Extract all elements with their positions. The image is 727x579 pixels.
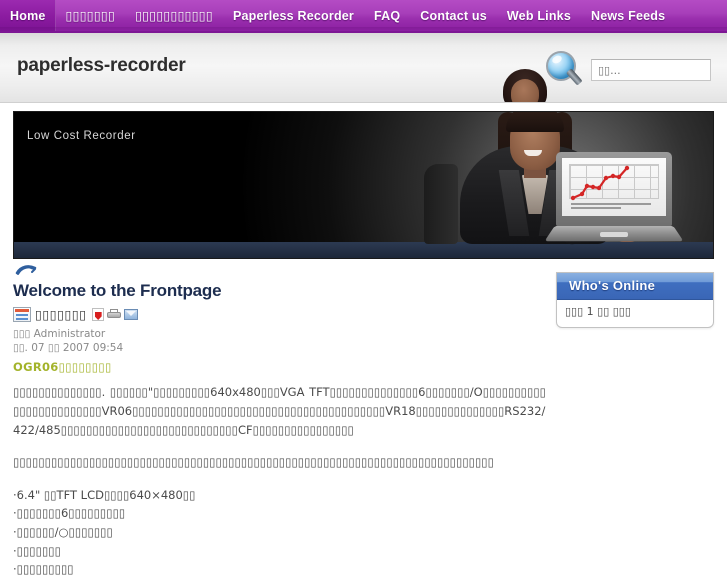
pdf-icon[interactable] [91, 308, 104, 321]
person-face [511, 79, 539, 102]
banner-image: Low Cost Recorder [13, 111, 714, 259]
sidebar-column: Who's Online ▯▯▯ 1 ▯▯ ▯▯▯ [556, 265, 714, 328]
nav-item-news-feeds[interactable]: News Feeds [581, 0, 675, 31]
laptop-touchpad [600, 232, 628, 237]
laptop-illustration [544, 152, 684, 248]
article-subheading: OGR06▯▯▯▯▯▯▯▯ [13, 360, 112, 375]
nav-item-2[interactable]: ▯▯▯▯▯▯▯ [56, 0, 126, 31]
page-title: Welcome to the Frontpage [13, 281, 222, 300]
article-paragraph-2: ▯▯▯▯▯▯▯▯▯▯▯▯▯▯▯▯▯▯▯▯▯▯▯▯▯▯▯▯▯▯▯▯▯▯▯▯▯▯▯▯… [13, 455, 494, 470]
list-item: ·6.4" ▯▯TFT LCD▯▯▯▯640×480▯▯ [13, 487, 196, 502]
nav-item-contact-us[interactable]: Contact us [410, 0, 497, 31]
module-title-whos-online: Who's Online [557, 273, 713, 300]
search-input[interactable] [591, 59, 711, 81]
banner-section: Low Cost Recorder [0, 103, 727, 259]
site-title: paperless-recorder [17, 55, 186, 76]
whos-online-module: Who's Online ▯▯▯ 1 ▯▯ ▯▯▯ [556, 272, 714, 328]
article-title[interactable]: ▯▯▯▯▯▯▯ [35, 307, 87, 322]
search-icon [543, 49, 585, 91]
banner-caption: Low Cost Recorder [27, 130, 136, 142]
print-icon[interactable] [106, 308, 121, 321]
article-date: ▯▯. 07 ▯▯ 2007 09:54 [13, 342, 124, 355]
article-icon [13, 307, 31, 322]
email-icon[interactable] [123, 309, 138, 320]
content-area: Welcome to the Frontpage ▯▯▯▯▯▯▯ ▯▯▯ Adm… [0, 259, 727, 579]
nav-item-home[interactable]: Home [0, 0, 56, 31]
office-chair [424, 164, 458, 244]
nav-item-3[interactable]: ▯▯▯▯▯▯▯▯▯▯▯ [125, 0, 223, 31]
feature-list: ·6.4" ▯▯TFT LCD▯▯▯▯640×480▯▯ ·▯▯▯▯▯▯▯6▯▯… [13, 486, 546, 579]
article-paragraph-1: ▯▯▯▯▯▯▯▯▯▯▯▯▯▯. ▯▯▯▯▯▯"▯▯▯▯▯▯▯▯▯640x480▯… [13, 385, 546, 437]
screen-caption-text [571, 203, 651, 211]
article-header: ▯▯▯▯▯▯▯ [13, 307, 546, 322]
laptop-screen [562, 158, 666, 216]
chart-line-icon [570, 165, 630, 201]
main-column: Welcome to the Frontpage ▯▯▯▯▯▯▯ ▯▯▯ Adm… [13, 265, 556, 579]
list-item: ·▯▯▯▯▯▯/○▯▯▯▯▯▯▯ [13, 525, 113, 540]
laptop-lid [556, 152, 672, 226]
back-arrow-icon[interactable] [15, 265, 37, 277]
list-item: ·▯▯▯▯▯▯▯▯▯ [13, 562, 74, 577]
list-item: ·▯▯▯▯▯▯▯6▯▯▯▯▯▯▯▯▯ [13, 506, 126, 521]
search-area [543, 49, 711, 91]
person-hair-top [506, 112, 564, 132]
module-body-whos-online: ▯▯▯ 1 ▯▯ ▯▯▯ [565, 305, 631, 318]
main-navigation: Home ▯▯▯▯▯▯▯ ▯▯▯▯▯▯▯▯▯▯▯ Paperless Recor… [0, 0, 727, 33]
site-header: paperless-recorder [0, 33, 727, 103]
nav-item-web-links[interactable]: Web Links [497, 0, 581, 31]
nav-item-paperless-recorder[interactable]: Paperless Recorder [223, 0, 364, 31]
article-actions [91, 308, 138, 321]
nav-item-faq[interactable]: FAQ [364, 0, 410, 31]
article-author: ▯▯▯ Administrator [13, 328, 106, 340]
